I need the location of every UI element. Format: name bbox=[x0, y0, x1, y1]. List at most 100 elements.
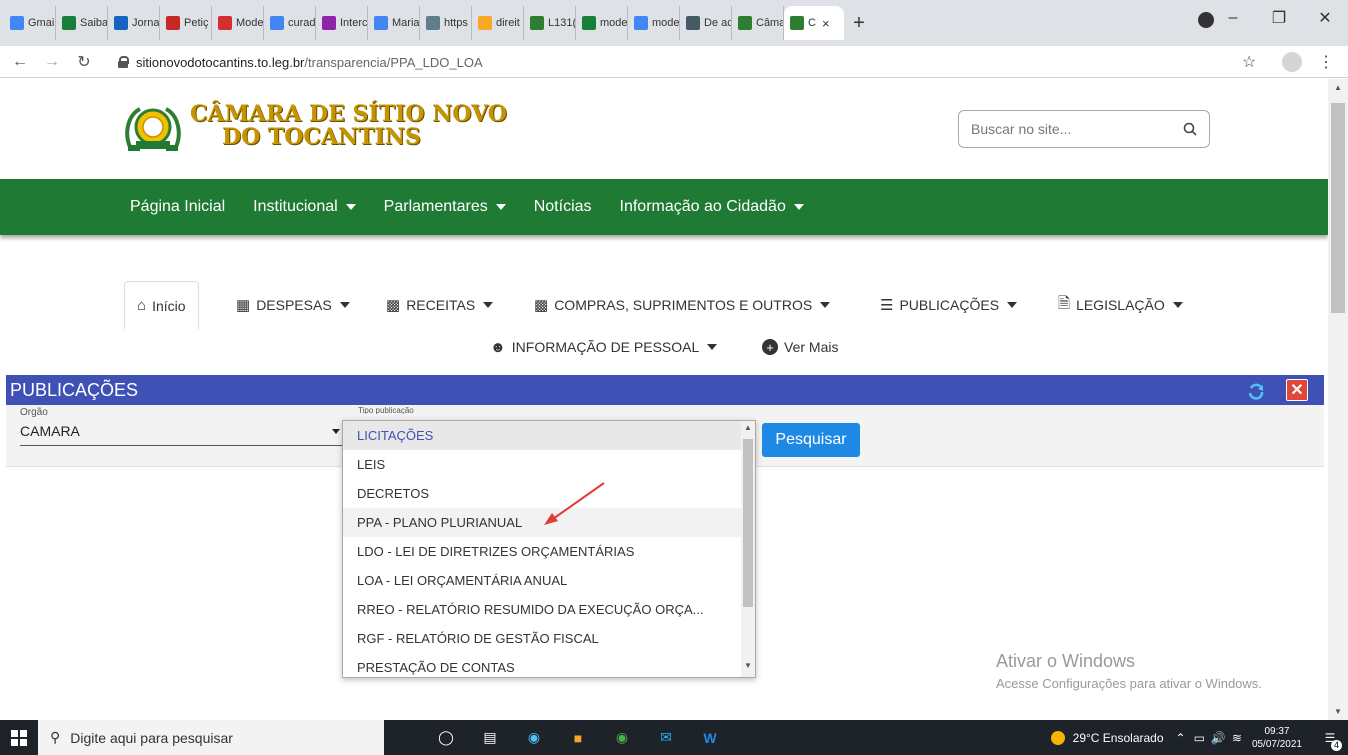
browser-tab[interactable]: mode bbox=[628, 6, 680, 40]
dropdown-scrollbar[interactable]: ▲ ▼ bbox=[741, 421, 755, 677]
dropdown-option[interactable]: LICITAÇÕES bbox=[343, 421, 741, 450]
home-icon: ⌂ bbox=[137, 297, 147, 314]
address-bar-row: ← → ↻ sitionovodotocantins.to.leg.br/tra… bbox=[0, 46, 1348, 78]
chevron-down-icon bbox=[345, 204, 356, 210]
taskbar-search-input[interactable]: ⚲ Digite aqui para pesquisar bbox=[38, 720, 384, 755]
chevron-down-icon bbox=[1172, 302, 1183, 308]
main-nav-item[interactable]: Notícias bbox=[534, 198, 592, 216]
reload-icon[interactable]: ↻ bbox=[72, 52, 96, 72]
cortana-icon[interactable]: ◯ bbox=[424, 720, 468, 755]
refresh-icon[interactable] bbox=[1246, 381, 1266, 401]
browser-tab[interactable]: Gmai bbox=[4, 6, 56, 40]
dropdown-option[interactable]: PRESTAÇÃO DE CONTAS bbox=[343, 653, 741, 677]
back-icon[interactable]: ← bbox=[8, 53, 32, 71]
weather-text[interactable]: 29°C Ensolarado bbox=[1073, 731, 1164, 745]
dropdown-option[interactable]: LOA - LEI ORÇAMENTÁRIA ANUAL bbox=[343, 566, 741, 595]
page-scroll-up-icon[interactable]: ▲ bbox=[1334, 83, 1342, 92]
dropdown-scroll-thumb[interactable] bbox=[743, 439, 753, 607]
menu-ver-mais[interactable]: + Ver Mais bbox=[762, 331, 838, 363]
edge-icon[interactable]: ◉ bbox=[512, 720, 556, 755]
restore-icon[interactable]: ❐ bbox=[1256, 0, 1302, 36]
bookmark-star-icon[interactable]: ☆ bbox=[1242, 52, 1256, 72]
chrome-icon[interactable]: ◉ bbox=[600, 720, 644, 755]
menu-despesas[interactable]: ▦ DESPESAS bbox=[236, 281, 350, 329]
taskbar-search-icon: ⚲ bbox=[50, 729, 61, 745]
page-scrollbar[interactable]: ▲ ▼ bbox=[1328, 79, 1348, 720]
dropdown-option[interactable]: RREO - RELATÓRIO RESUMIDO DA EXECUÇÃO OR… bbox=[343, 595, 741, 624]
browser-tab[interactable]: Interc bbox=[316, 6, 368, 40]
camara-emblem-icon[interactable] bbox=[124, 103, 182, 155]
word-icon[interactable]: W bbox=[688, 720, 732, 755]
mail-icon[interactable]: ✉ bbox=[644, 720, 688, 755]
browser-tab[interactable]: direit bbox=[472, 6, 524, 40]
windows-start-icon[interactable] bbox=[0, 720, 38, 755]
battery-icon[interactable]: ▭ bbox=[1194, 731, 1205, 745]
new-tab-button[interactable]: + bbox=[844, 12, 874, 35]
menu-publicacoes[interactable]: ☰ PUBLICAÇÕES bbox=[880, 281, 1018, 329]
browser-tab[interactable]: Saiba bbox=[56, 6, 108, 40]
annotation-arrow-icon bbox=[544, 482, 605, 525]
tipo-publicacao-dropdown[interactable]: LICITAÇÕES LEIS DECRETOS PPA - PLANO PLURIA… bbox=[342, 420, 756, 678]
scroll-down-icon[interactable]: ▼ bbox=[744, 661, 752, 670]
network-icon[interactable]: ≋ bbox=[1232, 731, 1242, 745]
orgao-select-value[interactable]: CAMARA bbox=[20, 423, 80, 439]
browser-tab[interactable]: Petiç bbox=[160, 6, 212, 40]
menu-receitas[interactable]: ▩ RECEITAS bbox=[386, 281, 494, 329]
menu-pessoal[interactable]: ☻ INFORMAÇÃO DE PESSOAL bbox=[490, 331, 718, 363]
orgao-caret-icon[interactable] bbox=[332, 429, 340, 434]
site-search-input[interactable]: Buscar no site... bbox=[958, 110, 1210, 148]
file-explorer-icon[interactable]: ■ bbox=[556, 720, 600, 755]
minimize-icon[interactable]: – bbox=[1210, 0, 1256, 36]
main-nav-label: Informação ao Cidadão bbox=[619, 198, 786, 215]
browser-menu-icon[interactable]: ⋮ bbox=[1318, 52, 1334, 72]
browser-tab[interactable]: https bbox=[420, 6, 472, 40]
dropdown-option[interactable]: RGF - RELATÓRIO DE GESTÃO FISCAL bbox=[343, 624, 741, 653]
window-close-icon[interactable]: ✕ bbox=[1302, 0, 1348, 36]
menu-legislacao[interactable]: 🗎 LEGISLAÇÃO bbox=[1058, 281, 1183, 329]
main-nav-item[interactable]: Informação ao Cidadão bbox=[620, 198, 804, 216]
close-tab-icon[interactable]: × bbox=[822, 16, 830, 31]
account-avatar[interactable] bbox=[1282, 52, 1302, 72]
task-view-icon[interactable]: ▤ bbox=[468, 720, 512, 755]
main-nav-item[interactable]: Página Inicial bbox=[130, 198, 225, 216]
main-nav-label: Institucional bbox=[253, 198, 338, 215]
search-icon[interactable] bbox=[1183, 122, 1197, 136]
browser-tab[interactable]: Jorna bbox=[108, 6, 160, 40]
notification-count: 4 bbox=[1331, 739, 1342, 751]
url-field[interactable]: sitionovodotocantins.to.leg.br/transpare… bbox=[118, 49, 1268, 75]
page-scroll-down-icon[interactable]: ▼ bbox=[1334, 707, 1342, 716]
clock[interactable]: 09:37 05/07/2021 bbox=[1252, 725, 1302, 751]
browser-tab[interactable]: C × bbox=[784, 6, 844, 40]
close-panel-icon[interactable]: ✕ bbox=[1286, 379, 1308, 401]
browser-tab[interactable]: curad bbox=[264, 6, 316, 40]
page-scroll-thumb[interactable] bbox=[1331, 103, 1345, 313]
dropdown-option[interactable]: LDO - LEI DE DIRETRIZES ORÇAMENTÁRIAS bbox=[343, 537, 741, 566]
tab-inicio[interactable]: ⌂ Início bbox=[124, 281, 199, 329]
forward-icon[interactable]: → bbox=[40, 53, 64, 71]
main-nav-item[interactable]: Institucional bbox=[253, 198, 356, 216]
weather-sun-icon[interactable] bbox=[1050, 730, 1065, 745]
pesquisar-button[interactable]: Pesquisar bbox=[762, 423, 860, 457]
main-nav-item[interactable]: Parlamentares bbox=[384, 198, 506, 216]
notifications-icon[interactable]: ☰ 4 bbox=[1312, 731, 1348, 751]
volume-icon[interactable]: 🔊 bbox=[1211, 731, 1226, 745]
browser-tab[interactable]: Mode bbox=[212, 6, 264, 40]
menu-compras[interactable]: ▩ COMPRAS, SUPRIMENTOS E OUTROS bbox=[534, 281, 831, 329]
google-icon bbox=[634, 16, 648, 30]
browser-tab[interactable]: Câma bbox=[732, 6, 784, 40]
browser-tab[interactable]: L131( bbox=[524, 6, 576, 40]
browser-tab[interactable]: Maria bbox=[368, 6, 420, 40]
calculator-icon: ▦ bbox=[236, 297, 251, 314]
dropdown-option[interactable]: LEIS bbox=[343, 450, 741, 479]
list-icon: ☰ bbox=[880, 297, 894, 314]
lock-icon[interactable] bbox=[118, 56, 129, 68]
browser-tab[interactable]: De ac bbox=[680, 6, 732, 40]
browser-tab[interactable]: mode bbox=[576, 6, 628, 40]
chevron-down-icon bbox=[707, 344, 718, 350]
main-nav-label: Parlamentares bbox=[383, 198, 488, 215]
url-path: /transparencia/PPA_LDO_LOA bbox=[304, 54, 483, 70]
tray-chevron-icon[interactable]: ⌃ bbox=[1176, 731, 1186, 745]
chevron-down-icon bbox=[339, 302, 350, 308]
scroll-up-icon[interactable]: ▲ bbox=[744, 423, 752, 432]
site-logo-text[interactable]: CÂMARA DE SÍTIO NOVO DO TOCANTINS bbox=[190, 103, 507, 149]
